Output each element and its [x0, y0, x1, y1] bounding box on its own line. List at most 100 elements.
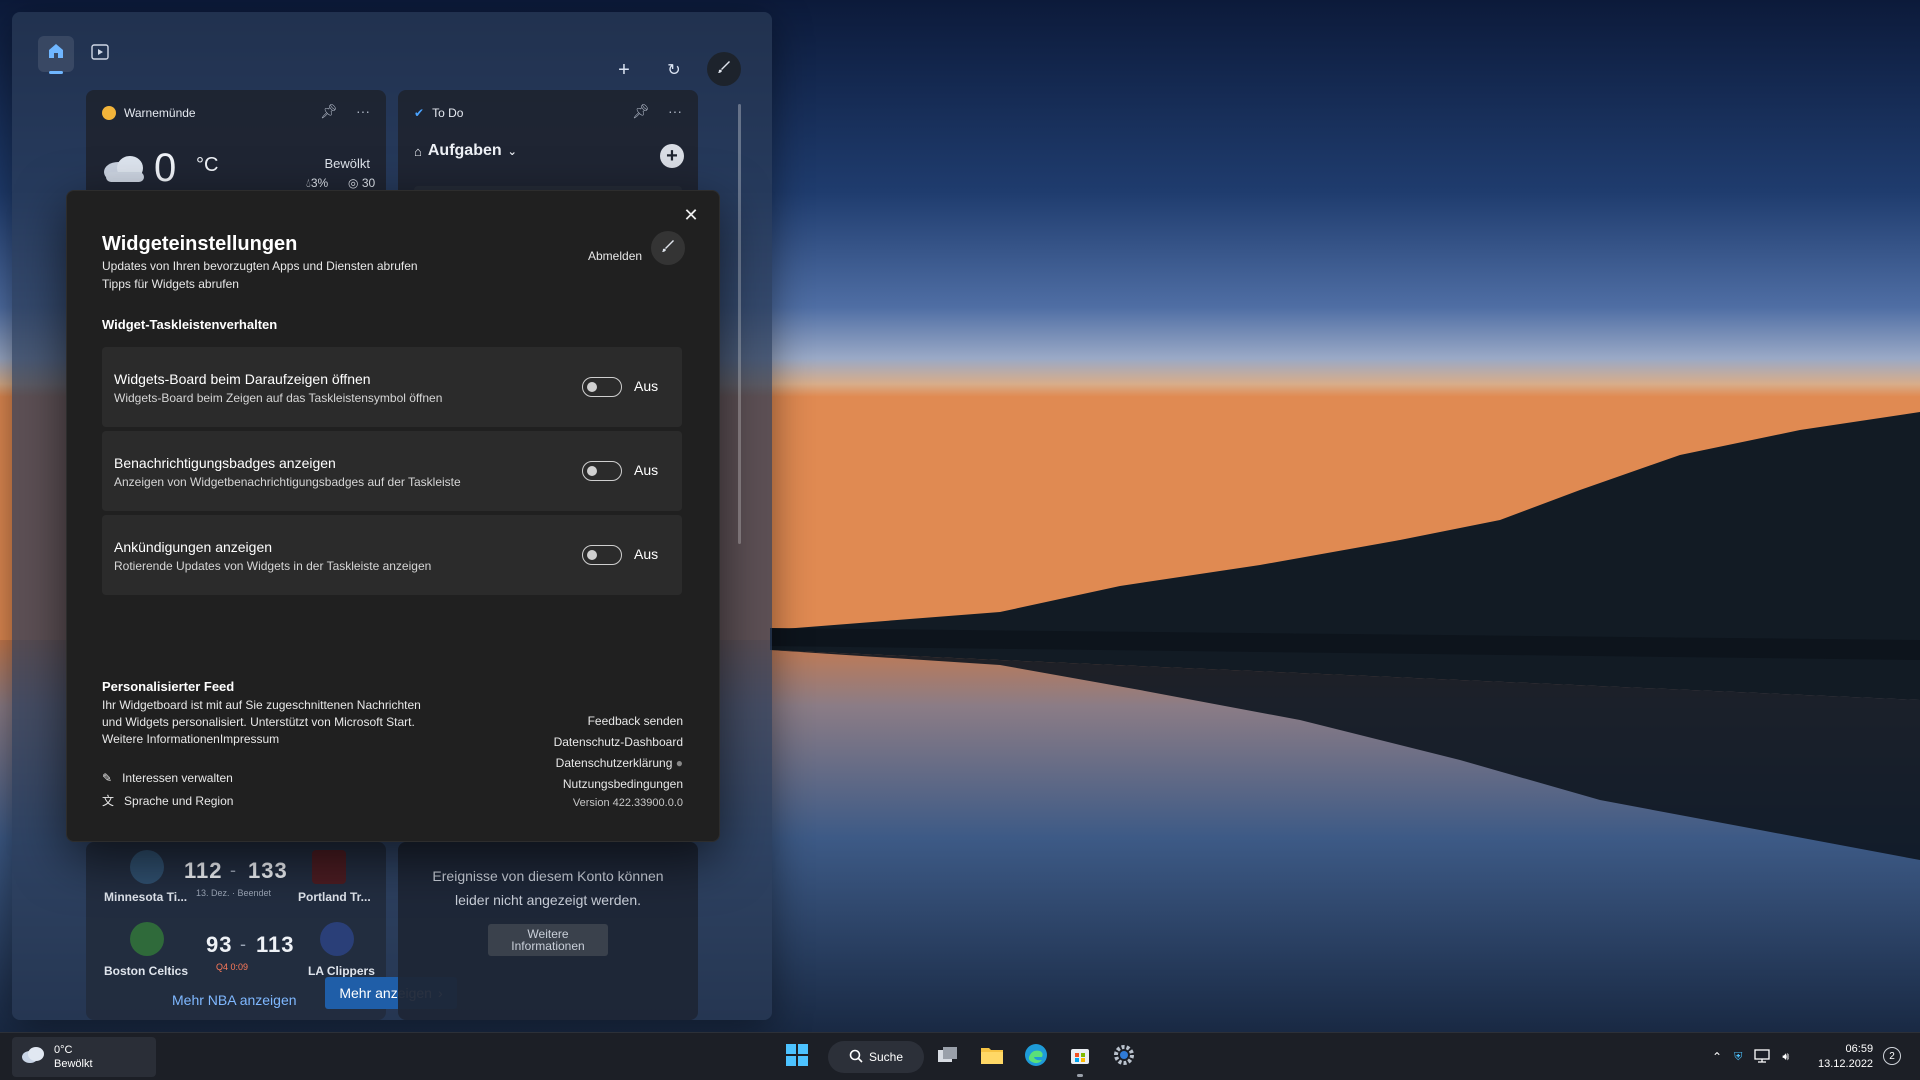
section-personalized-feed: Personalisierter Feed — [102, 679, 235, 694]
system-tray: ⌃ ⛨ 🔊︎ — [1712, 1033, 1789, 1080]
taskbar-weather-button[interactable]: 0°C Bewölkt — [12, 1037, 156, 1077]
taskbar-weather-temp: 0°C — [54, 1044, 73, 1056]
more-options-icon[interactable]: ··· — [356, 103, 370, 120]
file-explorer-button[interactable] — [976, 1041, 1008, 1073]
privacy-dashboard-link[interactable]: Datenschutz-Dashboard — [554, 735, 683, 749]
pin-icon[interactable]: 📌︎ — [320, 103, 338, 120]
close-button[interactable]: ✕ — [675, 199, 707, 231]
task-view-icon — [937, 1045, 959, 1070]
manage-interests-link[interactable]: ✎ Interessen verwalten — [102, 771, 233, 785]
weather-location: Warnemünde — [124, 106, 196, 120]
todo-check-icon: ✔ — [414, 106, 425, 120]
task-view-button[interactable] — [932, 1041, 964, 1073]
weather-actions: 📌︎ ··· — [320, 103, 370, 120]
more-nba-link[interactable]: Mehr NBA anzeigen — [172, 992, 297, 1008]
terms-link[interactable]: Nutzungsbedingungen — [563, 777, 683, 791]
plus-icon: + — [666, 144, 678, 167]
clock[interactable]: 06:59 13.12.2022 — [1818, 1033, 1873, 1080]
board-scrollbar[interactable] — [738, 104, 741, 544]
volume-icon[interactable]: 🔊︎ — [1782, 1051, 1789, 1064]
toggle-knob — [587, 382, 597, 392]
gear-icon — [1113, 1044, 1135, 1071]
setting-row-announcements[interactable]: Ankündigungen anzeigen Rotierende Update… — [102, 515, 682, 595]
feedback-link[interactable]: Feedback senden — [588, 714, 683, 728]
dot-icon: ● — [675, 756, 683, 770]
language-icon: 文 — [102, 794, 115, 808]
hover-open-toggle[interactable] — [582, 377, 622, 397]
weather-condition: Bewölkt — [324, 156, 370, 171]
setting-row-badges[interactable]: Benachrichtigungsbadges anzeigen Anzeige… — [102, 431, 682, 511]
todo-list-selector[interactable]: ⌂ Aufgaben ⌄ — [414, 142, 517, 160]
clock-date: 13.12.2022 — [1818, 1058, 1874, 1070]
cloud-icon — [100, 154, 148, 189]
weather-aqi: ◎ 30 — [348, 176, 376, 190]
timberwolves-logo — [130, 850, 164, 884]
privacy-statement-link[interactable]: Datenschutzerklärung ● — [556, 756, 683, 770]
toggle-knob — [587, 466, 597, 476]
score-separator: - — [240, 934, 246, 954]
add-widget-button[interactable]: + — [606, 52, 642, 88]
dialog-subtitle-tips[interactable]: Tipps für Widgets abrufen — [102, 277, 239, 291]
pin-icon[interactable]: 📌︎ — [632, 103, 650, 120]
score-a: 93 — [206, 932, 233, 957]
add-task-button[interactable]: + — [660, 144, 684, 168]
start-button[interactable] — [781, 1041, 813, 1073]
more-info-button[interactable]: Weitere Informationen — [488, 924, 608, 956]
language-region-link[interactable]: 文 Sprache und Region — [102, 792, 233, 809]
home-icon — [47, 42, 65, 66]
aqi-icon: ◎ — [348, 176, 359, 190]
signout-link[interactable]: Abmelden — [588, 249, 642, 263]
video-tab-button[interactable] — [82, 36, 118, 72]
notification-badge[interactable]: 2 — [1883, 1047, 1901, 1065]
toggle-state-label: Aus — [634, 378, 659, 394]
home-tab-button[interactable] — [38, 36, 74, 74]
setting-description: Rotierende Updates von Widgets in der Ta… — [114, 559, 432, 573]
announcements-toggle[interactable] — [582, 545, 622, 565]
todo-actions: 📌︎ ··· — [632, 103, 682, 120]
todo-title: To Do — [432, 106, 464, 120]
play-icon — [91, 43, 109, 66]
edge-browser-button[interactable] — [1020, 1041, 1052, 1073]
section-taskbar-behavior: Widget-Taskleistenverhalten — [102, 317, 278, 332]
toggle-state-label: Aus — [634, 462, 659, 478]
toggle-knob — [587, 550, 597, 560]
game-status: Q4 0:09 — [216, 962, 249, 972]
microsoft-store-button[interactable] — [1064, 1041, 1096, 1077]
refresh-icon: ↻ — [667, 62, 681, 79]
setting-description: Widgets-Board beim Zeigen auf das Taskle… — [114, 391, 443, 405]
weather-precip: 💧︎3% — [306, 176, 329, 190]
feed-description-line1: Ihr Widgetboard ist mit auf Sie zugeschn… — [102, 698, 421, 712]
cloud-icon — [20, 1046, 46, 1069]
board-toolbar: + ↻ — [12, 12, 772, 86]
team-b-name: LA Clippers — [308, 964, 375, 978]
more-options-icon[interactable]: ··· — [668, 103, 682, 120]
brush-icon — [716, 59, 732, 80]
windows-logo-icon — [785, 1043, 809, 1072]
events-widget: Ereignisse von diesem Konto können leide… — [398, 842, 698, 1020]
chevron-up-icon[interactable]: ⌃ — [1712, 1050, 1722, 1064]
weather-temp: 0 — [154, 146, 177, 190]
refresh-button[interactable]: ↻ — [656, 52, 692, 88]
celtics-logo — [130, 922, 164, 956]
widget-settings-dialog: ✕ Widgeteinstellungen Updates von Ihren … — [66, 190, 720, 842]
taskbar-search[interactable]: Suche — [828, 1041, 924, 1073]
setting-title: Benachrichtigungsbadges anzeigen — [114, 455, 336, 471]
badges-toggle[interactable] — [582, 461, 622, 481]
network-icon[interactable] — [1754, 1048, 1770, 1066]
active-app-indicator — [1077, 1074, 1083, 1077]
chevron-down-icon: ⌄ — [507, 145, 517, 158]
home-small-icon: ⌂ — [414, 143, 422, 159]
todo-list-label: Aufgaben — [427, 142, 502, 159]
setting-row-hover-open[interactable]: Widgets-Board beim Daraufzeigen öffnen W… — [102, 347, 682, 427]
clock-time: 06:59 — [1845, 1043, 1874, 1055]
setting-title: Ankündigungen anzeigen — [114, 539, 273, 555]
dialog-avatar[interactable] — [651, 231, 685, 265]
version-text: Version 422.33900.0.0 — [572, 797, 683, 809]
folder-icon — [980, 1045, 1004, 1070]
feed-more-info-link[interactable]: Weitere InformationenImpressum — [102, 731, 432, 748]
security-warning-icon[interactable]: ⛨ — [1734, 1051, 1742, 1064]
profile-avatar-button[interactable] — [707, 52, 741, 86]
dialog-subtitle-updates[interactable]: Updates von Ihren bevorzugten Apps und D… — [102, 259, 418, 273]
score-b: 113 — [256, 932, 295, 957]
settings-app-button[interactable] — [1108, 1041, 1140, 1073]
